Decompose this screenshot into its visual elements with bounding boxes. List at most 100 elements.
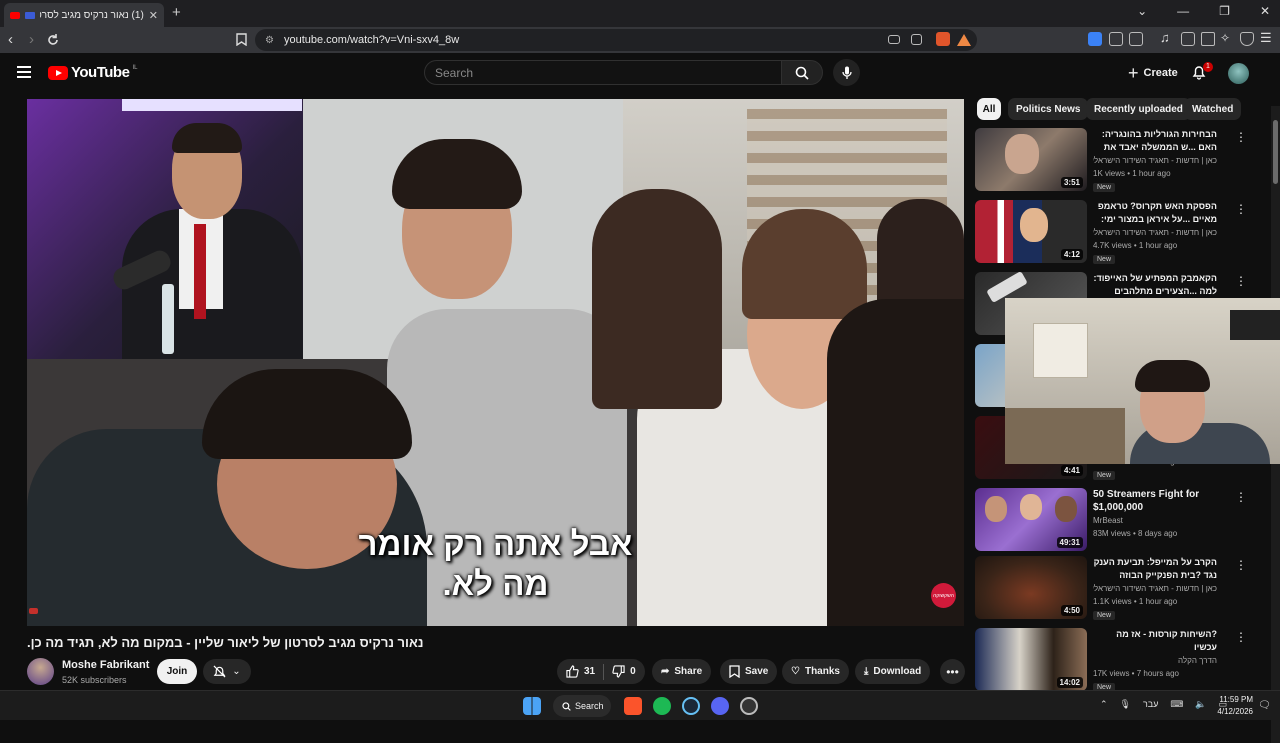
search-input[interactable]: Search bbox=[424, 60, 782, 85]
new-tab-button[interactable]: + bbox=[172, 4, 181, 21]
brave-browser-icon[interactable] bbox=[624, 697, 642, 715]
create-button[interactable]: + Create bbox=[1120, 61, 1186, 85]
forward-icon[interactable]: › bbox=[29, 31, 34, 48]
recommendation-item[interactable]: 49:31 50 Streamers Fight for $1,000,000 … bbox=[975, 488, 1265, 552]
share-icon[interactable] bbox=[911, 34, 922, 45]
guide-menu-icon[interactable] bbox=[17, 66, 31, 78]
like-icon[interactable] bbox=[566, 665, 579, 678]
recommendation-title[interactable]: ?השיחות קורסות - אז מה עכשיו bbox=[1093, 628, 1217, 654]
more-actions-button[interactable]: ••• bbox=[940, 659, 965, 684]
steam-icon[interactable] bbox=[682, 697, 700, 715]
subscription-notification-button[interactable]: ⌄ bbox=[203, 659, 251, 684]
video-player[interactable]: אבל אתה רק אומר מה לא. השקשוקה bbox=[27, 99, 964, 626]
browser-tab[interactable]: (1) נאור נרקיס מגיב לסרטון ש ✕ bbox=[4, 3, 164, 27]
join-button[interactable]: Join bbox=[157, 659, 197, 684]
recommendation-title[interactable]: הקאמבק המפתיע של האייפוד: למה ...הצעירים… bbox=[1093, 272, 1217, 298]
brave-rewards-icon[interactable] bbox=[957, 34, 971, 46]
recommendation-channel[interactable]: כאן | חדשות - תאגיד השידור הישראלי bbox=[1093, 584, 1217, 593]
address-bar[interactable]: ⚙ youtube.com/watch?v=Vni-sxv4_8w bbox=[255, 29, 977, 51]
extensions-puzzle-icon[interactable] bbox=[1109, 32, 1123, 46]
windows-start-icon[interactable] bbox=[523, 697, 541, 715]
chip-watched[interactable]: Watched bbox=[1184, 98, 1242, 120]
chip-recently-uploaded[interactable]: Recently uploaded bbox=[1086, 98, 1191, 120]
app-icon[interactable] bbox=[740, 697, 758, 715]
recommendation-channel[interactable]: MrBeast bbox=[1093, 516, 1217, 525]
search-button[interactable] bbox=[781, 60, 823, 85]
sidebar-icon[interactable] bbox=[1181, 32, 1195, 46]
like-count[interactable]: 31 bbox=[584, 666, 595, 677]
minimize-icon[interactable]: — bbox=[1177, 4, 1189, 18]
save-bookmark-icon bbox=[729, 665, 740, 678]
recommendation-thumbnail[interactable]: 49:31 bbox=[975, 488, 1087, 551]
scrollbar-thumb[interactable] bbox=[1273, 120, 1278, 184]
tab-close-icon[interactable]: ✕ bbox=[149, 9, 158, 22]
recommendation-more-icon[interactable]: ⋮ bbox=[1235, 558, 1247, 572]
input-language[interactable]: עבר bbox=[1143, 699, 1158, 710]
youtube-logo[interactable]: YouTube IL bbox=[48, 64, 137, 81]
vpn-shield-icon[interactable] bbox=[1240, 32, 1254, 46]
thanks-button[interactable]: ♡ Thanks bbox=[782, 659, 849, 684]
recommendation-channel[interactable]: כאן | חדשות - תאגיד השידור הישראלי bbox=[1093, 228, 1217, 237]
tab-search-chevron-icon[interactable]: ⌄ bbox=[1137, 4, 1147, 18]
notification-center-icon[interactable]: 🗨 bbox=[1258, 700, 1271, 711]
recommendation-more-icon[interactable]: ⋮ bbox=[1235, 490, 1247, 504]
brave-shields-icon[interactable] bbox=[936, 32, 950, 46]
dislike-icon[interactable] bbox=[612, 665, 625, 678]
screenshot-icon[interactable] bbox=[1129, 32, 1143, 46]
recommendation-thumbnail[interactable]: 4:50 bbox=[975, 556, 1087, 619]
account-avatar[interactable] bbox=[1228, 63, 1249, 84]
extension-badge-icon[interactable] bbox=[1088, 32, 1102, 46]
recommendation-channel[interactable]: הדרך הקלה bbox=[1093, 656, 1217, 665]
recommendation-item[interactable]: 4:50 הקרב על המייפל: תביעת הענק נגד ?בית… bbox=[975, 556, 1265, 620]
recommendation-item[interactable]: 3:51 הבחירות הגורליות בהונגריה: האם ...ש… bbox=[975, 128, 1265, 192]
recommendation-title[interactable]: הפסקת האש תקרוס? טראמפ מאיים ...על איראן… bbox=[1093, 200, 1217, 226]
tray-network-icon[interactable]: ⌨ bbox=[1170, 699, 1183, 710]
recommendation-item[interactable]: 4:12 הפסקת האש תקרוס? טראמפ מאיים ...על … bbox=[975, 200, 1265, 264]
window-close-icon[interactable]: ✕ bbox=[1260, 4, 1270, 18]
taskbar-clock[interactable]: 11:59 PM 4/12/2026 bbox=[1205, 694, 1253, 718]
recommendation-channel[interactable]: כאן | חדשות - תאגיד השידור הישראלי bbox=[1093, 156, 1217, 165]
browser-menu-icon[interactable]: ☰ bbox=[1260, 30, 1274, 45]
save-button[interactable]: Save bbox=[720, 659, 778, 684]
bookmark-icon[interactable] bbox=[236, 33, 247, 46]
discord-icon[interactable] bbox=[711, 697, 729, 715]
reload-icon[interactable] bbox=[46, 33, 60, 47]
voice-search-button[interactable] bbox=[833, 59, 860, 86]
restore-icon[interactable]: ❐ bbox=[1219, 4, 1230, 18]
recommendation-more-icon[interactable]: ⋮ bbox=[1235, 274, 1247, 288]
recommendation-more-icon[interactable]: ⋮ bbox=[1235, 202, 1247, 216]
recommendation-title[interactable]: 50 Streamers Fight for $1,000,000 bbox=[1093, 488, 1217, 514]
spotify-icon[interactable] bbox=[653, 697, 671, 715]
download-button[interactable]: ⤓ Download bbox=[855, 659, 931, 684]
logo-wordmark: YouTube bbox=[71, 64, 130, 81]
channel-avatar[interactable] bbox=[27, 658, 54, 685]
like-dislike-group: 31 0 bbox=[557, 659, 645, 684]
tray-chevron-up-icon[interactable]: ⌃ bbox=[1100, 699, 1108, 710]
dislike-count[interactable]: 0 bbox=[630, 666, 636, 677]
recommendation-item[interactable]: 14:02 ?השיחות קורסות - אז מה עכשיו הדרך … bbox=[975, 628, 1265, 692]
cast-icon[interactable] bbox=[888, 35, 900, 44]
media-music-icon[interactable]: ♫ bbox=[1160, 30, 1174, 45]
back-icon[interactable]: ‹ bbox=[8, 31, 13, 48]
share-button[interactable]: ➦ Share bbox=[652, 659, 712, 684]
recommendation-title[interactable]: הבחירות הגורליות בהונגריה: האם ...ש הממש… bbox=[1093, 128, 1217, 154]
microphone-icon bbox=[841, 66, 852, 79]
chip-politics-news[interactable]: Politics News bbox=[1008, 98, 1089, 120]
taskbar-search-button[interactable]: Search bbox=[553, 695, 611, 717]
player-youtube-icon bbox=[29, 608, 38, 614]
wallet-icon[interactable] bbox=[1201, 32, 1215, 46]
tray-microphone-icon[interactable]: 🎙 bbox=[1120, 699, 1131, 710]
thanks-label: Thanks bbox=[804, 666, 840, 677]
recommendation-title[interactable]: הקרב על המייפל: תביעת הענק נגד ?בית הפנק… bbox=[1093, 556, 1217, 582]
url-text[interactable]: youtube.com/watch?v=Vni-sxv4_8w bbox=[284, 34, 459, 46]
chip-all[interactable]: All bbox=[977, 98, 1001, 120]
site-info-icon[interactable]: ⚙ bbox=[265, 35, 274, 46]
browser-tab-bar: (1) נאור נרקיס מגיב לסרטון ש ✕ + ⌄ — ❐ ✕ bbox=[0, 0, 1280, 27]
recommendation-thumbnail[interactable]: 14:02 bbox=[975, 628, 1087, 691]
recommendation-more-icon[interactable]: ⋮ bbox=[1235, 630, 1247, 644]
leo-ai-icon[interactable]: ✧ bbox=[1220, 31, 1234, 45]
recommendation-thumbnail[interactable]: 4:12 bbox=[975, 200, 1087, 263]
recommendation-thumbnail[interactable]: 3:51 bbox=[975, 128, 1087, 191]
channel-name[interactable]: Moshe Fabrikant bbox=[62, 659, 149, 671]
recommendation-more-icon[interactable]: ⋮ bbox=[1235, 130, 1247, 144]
